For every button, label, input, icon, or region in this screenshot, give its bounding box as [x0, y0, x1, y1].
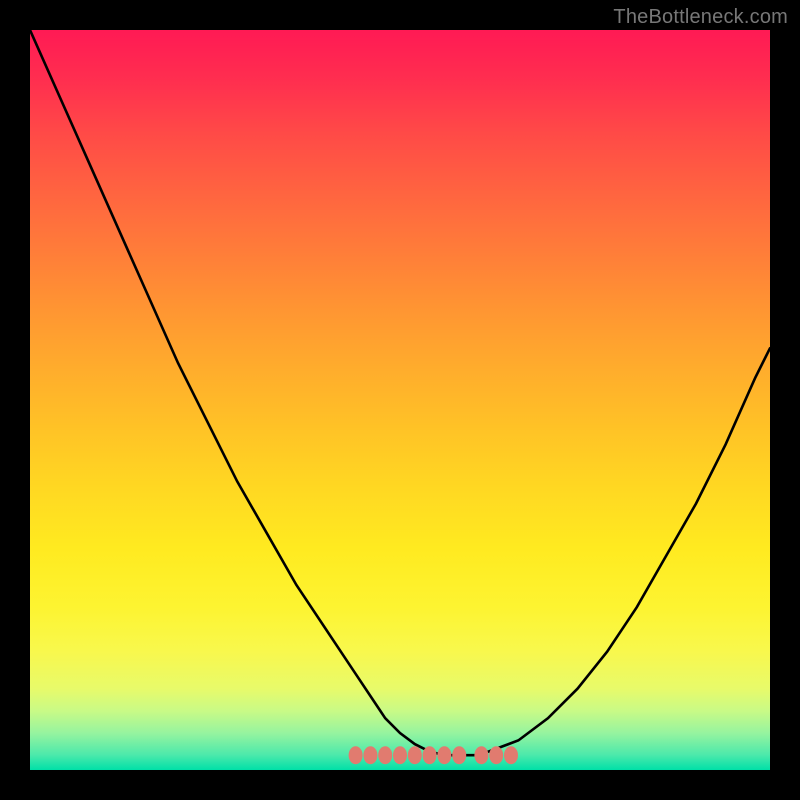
- marker-dot: [437, 746, 451, 764]
- marker-dot: [393, 746, 407, 764]
- marker-dot: [378, 746, 392, 764]
- plot-area: [30, 30, 770, 770]
- chart-frame: TheBottleneck.com: [0, 0, 800, 800]
- marker-dot: [423, 746, 437, 764]
- marker-dot: [363, 746, 377, 764]
- marker-dot: [452, 746, 466, 764]
- watermark-text: TheBottleneck.com: [613, 6, 788, 29]
- marker-dot: [408, 746, 422, 764]
- marker-dot: [504, 746, 518, 764]
- curve-svg: [30, 30, 770, 770]
- marker-dot: [489, 746, 503, 764]
- marker-dot: [349, 746, 363, 764]
- bottom-markers: [349, 746, 518, 764]
- bottleneck-curve: [30, 30, 770, 755]
- marker-dot: [474, 746, 488, 764]
